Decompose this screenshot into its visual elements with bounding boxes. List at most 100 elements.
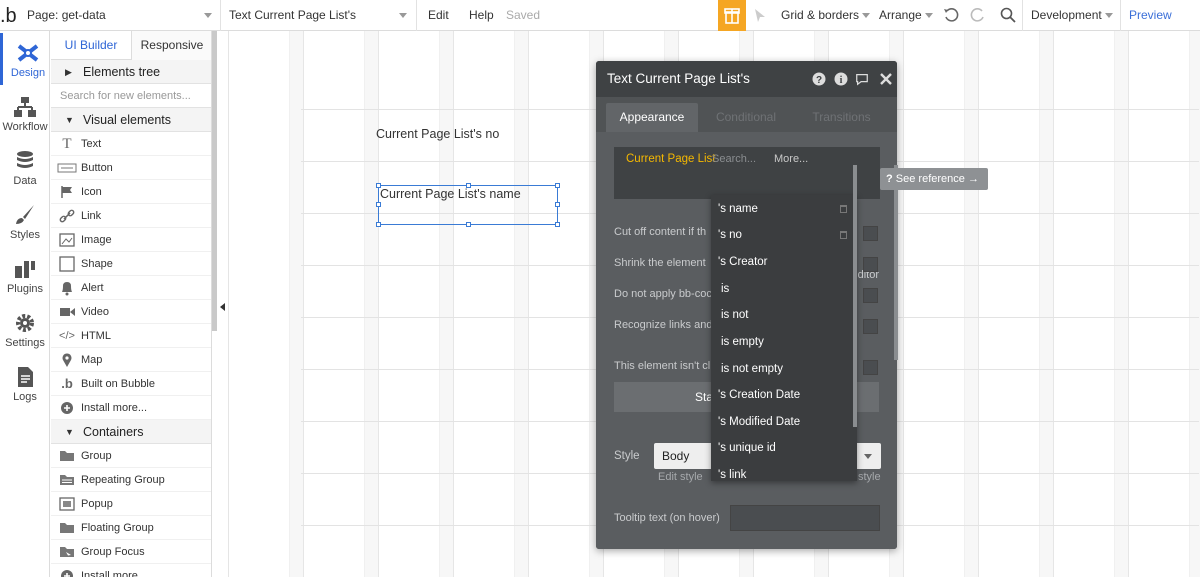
edit-style-link[interactable]: Edit style bbox=[658, 471, 703, 483]
tab-transitions[interactable]: Transitions bbox=[796, 103, 887, 132]
dropdown-option[interactable]: is bbox=[711, 276, 851, 302]
palette-item-video[interactable]: Video bbox=[51, 300, 211, 324]
editor-header[interactable]: Text Current Page List's ? i bbox=[596, 61, 897, 97]
help-icon[interactable]: ? bbox=[812, 72, 826, 86]
chevron-down-icon[interactable] bbox=[204, 0, 212, 31]
palette-item-button[interactable]: Button bbox=[51, 156, 211, 180]
palette-item-html[interactable]: </> HTML bbox=[51, 324, 211, 348]
resize-handle[interactable] bbox=[555, 183, 560, 188]
palette-item-icon[interactable]: Icon bbox=[51, 180, 211, 204]
palette-item-install-more[interactable]: Install more... bbox=[51, 564, 211, 577]
expression-reference[interactable]: Current Page List bbox=[626, 153, 716, 165]
rail-design[interactable]: Design bbox=[0, 33, 50, 85]
editor-scrollbar[interactable] bbox=[894, 165, 898, 360]
canvas-text-element-no[interactable]: Current Page List's no bbox=[376, 127, 499, 141]
tooltip-input[interactable] bbox=[730, 505, 880, 531]
tab-conditional[interactable]: Conditional bbox=[702, 103, 790, 132]
see-reference-button[interactable]: ? See reference → bbox=[880, 168, 988, 190]
dropdown-option[interactable]: is empty bbox=[711, 329, 851, 355]
palette-item-text[interactable]: T Text bbox=[51, 132, 211, 156]
grid-borders-menu[interactable]: Grid & borders bbox=[781, 0, 871, 31]
canvas-text-element-name[interactable]: Current Page List's name bbox=[380, 187, 521, 201]
rail-logs[interactable]: Logs bbox=[0, 357, 50, 409]
tab-responsive[interactable]: Responsive bbox=[131, 31, 211, 60]
rail-settings[interactable]: Settings bbox=[0, 303, 50, 355]
cursor-icon[interactable] bbox=[753, 8, 767, 23]
edit-menu[interactable]: Edit bbox=[428, 0, 449, 31]
resize-handle[interactable] bbox=[376, 222, 381, 227]
bbcode-checkbox[interactable] bbox=[863, 288, 878, 303]
rail-workflow[interactable]: Workflow bbox=[0, 87, 50, 139]
search-elements-input[interactable]: Search for new elements... bbox=[51, 84, 211, 108]
resize-handle[interactable] bbox=[555, 202, 560, 207]
dropdown-option[interactable]: 's Modified Date bbox=[711, 409, 851, 435]
dropdown-option[interactable]: is not bbox=[711, 302, 851, 328]
undo-icon[interactable] bbox=[943, 7, 959, 23]
rail-styles[interactable]: Styles bbox=[0, 195, 50, 247]
redo-icon[interactable] bbox=[970, 7, 986, 23]
palette-item-image[interactable]: Image bbox=[51, 228, 211, 252]
chevron-down-icon[interactable] bbox=[399, 0, 407, 31]
option-label: is not bbox=[721, 309, 749, 321]
element-palette: UI Builder Responsive ▶ Elements tree Se… bbox=[51, 31, 212, 577]
resize-handle[interactable] bbox=[466, 222, 471, 227]
arrange-label: Arrange bbox=[879, 8, 922, 22]
dropdown-scrollbar[interactable] bbox=[853, 165, 857, 427]
palette-item-repeating-group[interactable]: Repeating Group bbox=[51, 468, 211, 492]
comment-icon[interactable] bbox=[855, 72, 869, 86]
resize-handle[interactable] bbox=[555, 222, 560, 227]
elements-tree-header[interactable]: ▶ Elements tree bbox=[51, 60, 211, 84]
page-selector[interactable]: Page: get-data bbox=[27, 0, 106, 31]
gift-icon[interactable] bbox=[718, 0, 746, 31]
element-clickable-checkbox[interactable] bbox=[863, 360, 878, 375]
palette-item-link[interactable]: Link bbox=[51, 204, 211, 228]
style-link-text[interactable]: style bbox=[858, 471, 881, 483]
dropdown-option[interactable]: is not empty bbox=[711, 356, 851, 382]
expression-more-button[interactable]: More... bbox=[774, 153, 808, 165]
close-icon[interactable] bbox=[879, 72, 893, 86]
dropdown-option[interactable]: 's unique id bbox=[711, 435, 851, 461]
dropdown-option[interactable]: 's Creation Date bbox=[711, 382, 851, 408]
bell-icon bbox=[57, 276, 77, 300]
resize-handle[interactable] bbox=[376, 202, 381, 207]
trash-icon[interactable] bbox=[840, 205, 847, 213]
palette-item-install-more[interactable]: Install more... bbox=[51, 396, 211, 420]
dropdown-option[interactable]: 's no bbox=[711, 222, 851, 248]
rail-plugins[interactable]: Plugins bbox=[0, 249, 50, 301]
palette-item-shape[interactable]: Shape bbox=[51, 252, 211, 276]
palette-item-group-focus[interactable]: Group Focus bbox=[51, 540, 211, 564]
palette-item-group[interactable]: Group bbox=[51, 444, 211, 468]
dynamic-expression-field[interactable]: Current Page List Search... More... bbox=[614, 147, 880, 199]
tab-appearance[interactable]: Appearance bbox=[606, 103, 698, 132]
palette-item-popup[interactable]: Popup bbox=[51, 492, 211, 516]
bubble-logo-icon[interactable]: .b bbox=[0, 0, 22, 31]
palette-item-map[interactable]: Map bbox=[51, 348, 211, 372]
containers-header[interactable]: ▼ Containers bbox=[51, 420, 211, 444]
recognize-links-checkbox[interactable] bbox=[863, 319, 878, 334]
preview-button[interactable]: Preview bbox=[1129, 0, 1172, 31]
info-icon[interactable]: i bbox=[834, 72, 848, 86]
palette-item-label: Built on Bubble bbox=[81, 378, 155, 390]
dropdown-option[interactable]: 's link bbox=[711, 462, 851, 481]
collapse-palette-handle[interactable] bbox=[217, 31, 229, 577]
search-icon[interactable] bbox=[1000, 7, 1016, 23]
tab-ui-builder[interactable]: UI Builder bbox=[51, 31, 131, 60]
plus-circle-icon bbox=[57, 396, 77, 420]
dropdown-option[interactable]: 's Creator bbox=[711, 249, 851, 275]
palette-item-floating-group[interactable]: Floating Group bbox=[51, 516, 211, 540]
expression-search-input[interactable]: Search... bbox=[712, 153, 756, 165]
cut-off-content-checkbox[interactable] bbox=[863, 226, 878, 241]
element-selector[interactable]: Text Current Page List's bbox=[229, 0, 356, 31]
rail-data[interactable]: Data bbox=[0, 141, 50, 193]
caret-down-icon: ▼ bbox=[65, 115, 74, 125]
dropdown-option[interactable]: 's name bbox=[711, 196, 851, 222]
visual-elements-header[interactable]: ▼ Visual elements bbox=[51, 108, 211, 132]
trash-icon[interactable] bbox=[840, 231, 847, 239]
help-menu[interactable]: Help bbox=[469, 0, 494, 31]
palette-item-built-on-bubble[interactable]: .b Built on Bubble bbox=[51, 372, 211, 396]
palette-item-alert[interactable]: Alert bbox=[51, 276, 211, 300]
arrange-menu[interactable]: Arrange bbox=[879, 0, 934, 31]
shrink-element-checkbox[interactable] bbox=[863, 257, 878, 272]
svg-text:?: ? bbox=[816, 75, 822, 86]
environment-selector[interactable]: Development bbox=[1031, 0, 1114, 31]
